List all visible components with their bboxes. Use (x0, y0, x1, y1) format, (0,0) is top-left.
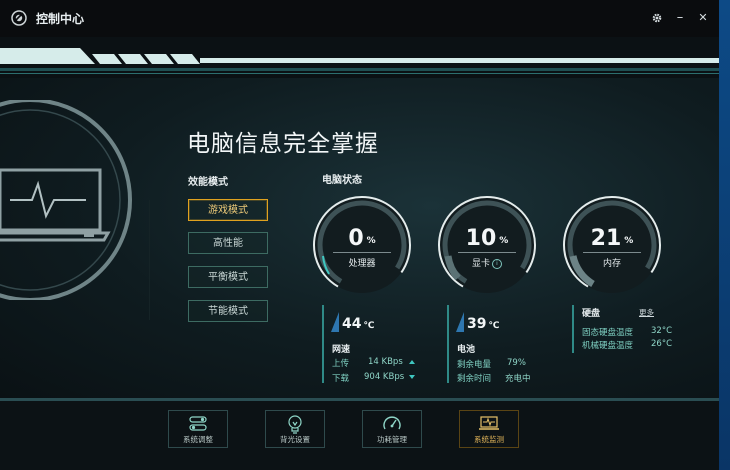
page-heading: 电脑信息完全掌握 (187, 131, 379, 157)
nav-label: 系统监测 (474, 435, 504, 444)
section-bar (322, 305, 324, 383)
section-bar (572, 305, 574, 353)
temperature-icon (331, 312, 339, 332)
cpu-temp-value: 44 ℃ (342, 316, 375, 332)
control-center-window: 控制中心 – ✕ 电脑信息完全掌握 效能模式 游戏模式 高性能 平衡模式 节能模… (0, 0, 719, 470)
upload-label: 上传 (332, 359, 350, 369)
ssd-temp-label: 固态硬盘温度 (582, 328, 634, 338)
cpu-gauge: 0% 处理器 (311, 194, 413, 296)
battery-label: 电池 (457, 345, 476, 355)
cpu-usage-value: 0% (348, 226, 376, 251)
minimize-icon[interactable]: – (671, 9, 689, 27)
bottom-nav-bar (0, 398, 719, 470)
download-arrow-icon (409, 375, 415, 379)
more-link[interactable]: 更多 (639, 307, 654, 318)
close-icon[interactable]: ✕ (694, 9, 712, 27)
power-saving-button[interactable]: 节能模式 (188, 300, 268, 322)
laptop-graphic-icon (0, 100, 132, 300)
memory-usage-value: 21% (590, 226, 634, 251)
memory-gauge: 21% 内存 (561, 194, 663, 296)
ssd-temp-value: 32°C (651, 326, 673, 336)
hdd-temp-label: 机械硬盘温度 (582, 341, 634, 351)
gpu-gauge: 10% 显卡 i (436, 194, 538, 296)
nav-label: 功耗管理 (377, 435, 407, 444)
app-logo-icon (11, 10, 27, 26)
laptop-monitor-icon (479, 416, 499, 430)
nav-backlight-settings[interactable]: 背光设置 (265, 410, 325, 448)
title-bar[interactable]: 控制中心 – ✕ (0, 0, 719, 37)
battery-remaining-value: 79% (507, 358, 526, 368)
battery-time-value: 充电中 (505, 374, 531, 384)
gauge-divider (458, 252, 516, 253)
disk-label: 硬盘 (582, 309, 601, 319)
gauge-divider (333, 252, 391, 253)
toggle-switches-icon (189, 416, 207, 431)
speedometer-icon (383, 416, 401, 430)
temperature-icon (456, 312, 464, 332)
download-label: 下载 (332, 374, 350, 384)
download-value: 904 KBps (364, 372, 405, 382)
section-bar (447, 305, 449, 383)
info-icon[interactable]: i (492, 258, 502, 269)
memory-label: 内存 (602, 259, 621, 269)
gpu-usage-value: 10% (465, 226, 509, 251)
pc-status-label: 电脑状态 (322, 175, 362, 186)
cpu-label: 处理器 (348, 259, 376, 269)
nav-power-management[interactable]: 功耗管理 (362, 410, 422, 448)
gpu-temp-value: 39 ℃ (467, 316, 500, 332)
battery-time-label: 剩余时间 (457, 374, 492, 384)
gpu-label: 显卡 i (436, 256, 538, 269)
upload-value: 14 KBps (368, 357, 403, 367)
gear-icon[interactable] (648, 9, 666, 30)
lightbulb-icon (288, 415, 302, 434)
high-performance-button[interactable]: 高性能 (188, 232, 268, 254)
nav-system-monitor[interactable]: 系统监测 (459, 410, 519, 448)
nav-system-adjust[interactable]: 系统调整 (168, 410, 228, 448)
divider (149, 200, 150, 320)
gauge-divider (583, 252, 641, 253)
performance-mode-label: 效能模式 (188, 177, 228, 188)
balanced-mode-button[interactable]: 平衡模式 (188, 266, 268, 288)
battery-remaining-label: 剩余电量 (457, 360, 492, 370)
decorative-header-band (0, 44, 719, 78)
game-mode-button[interactable]: 游戏模式 (188, 199, 268, 221)
nav-divider (0, 398, 719, 401)
window-title: 控制中心 (36, 12, 85, 26)
hdd-temp-value: 26°C (651, 339, 673, 349)
network-label: 网速 (332, 345, 351, 355)
nav-label: 系统调整 (183, 435, 213, 444)
nav-label: 背光设置 (280, 435, 310, 444)
upload-arrow-icon (409, 360, 415, 364)
desktop-background (719, 0, 730, 470)
